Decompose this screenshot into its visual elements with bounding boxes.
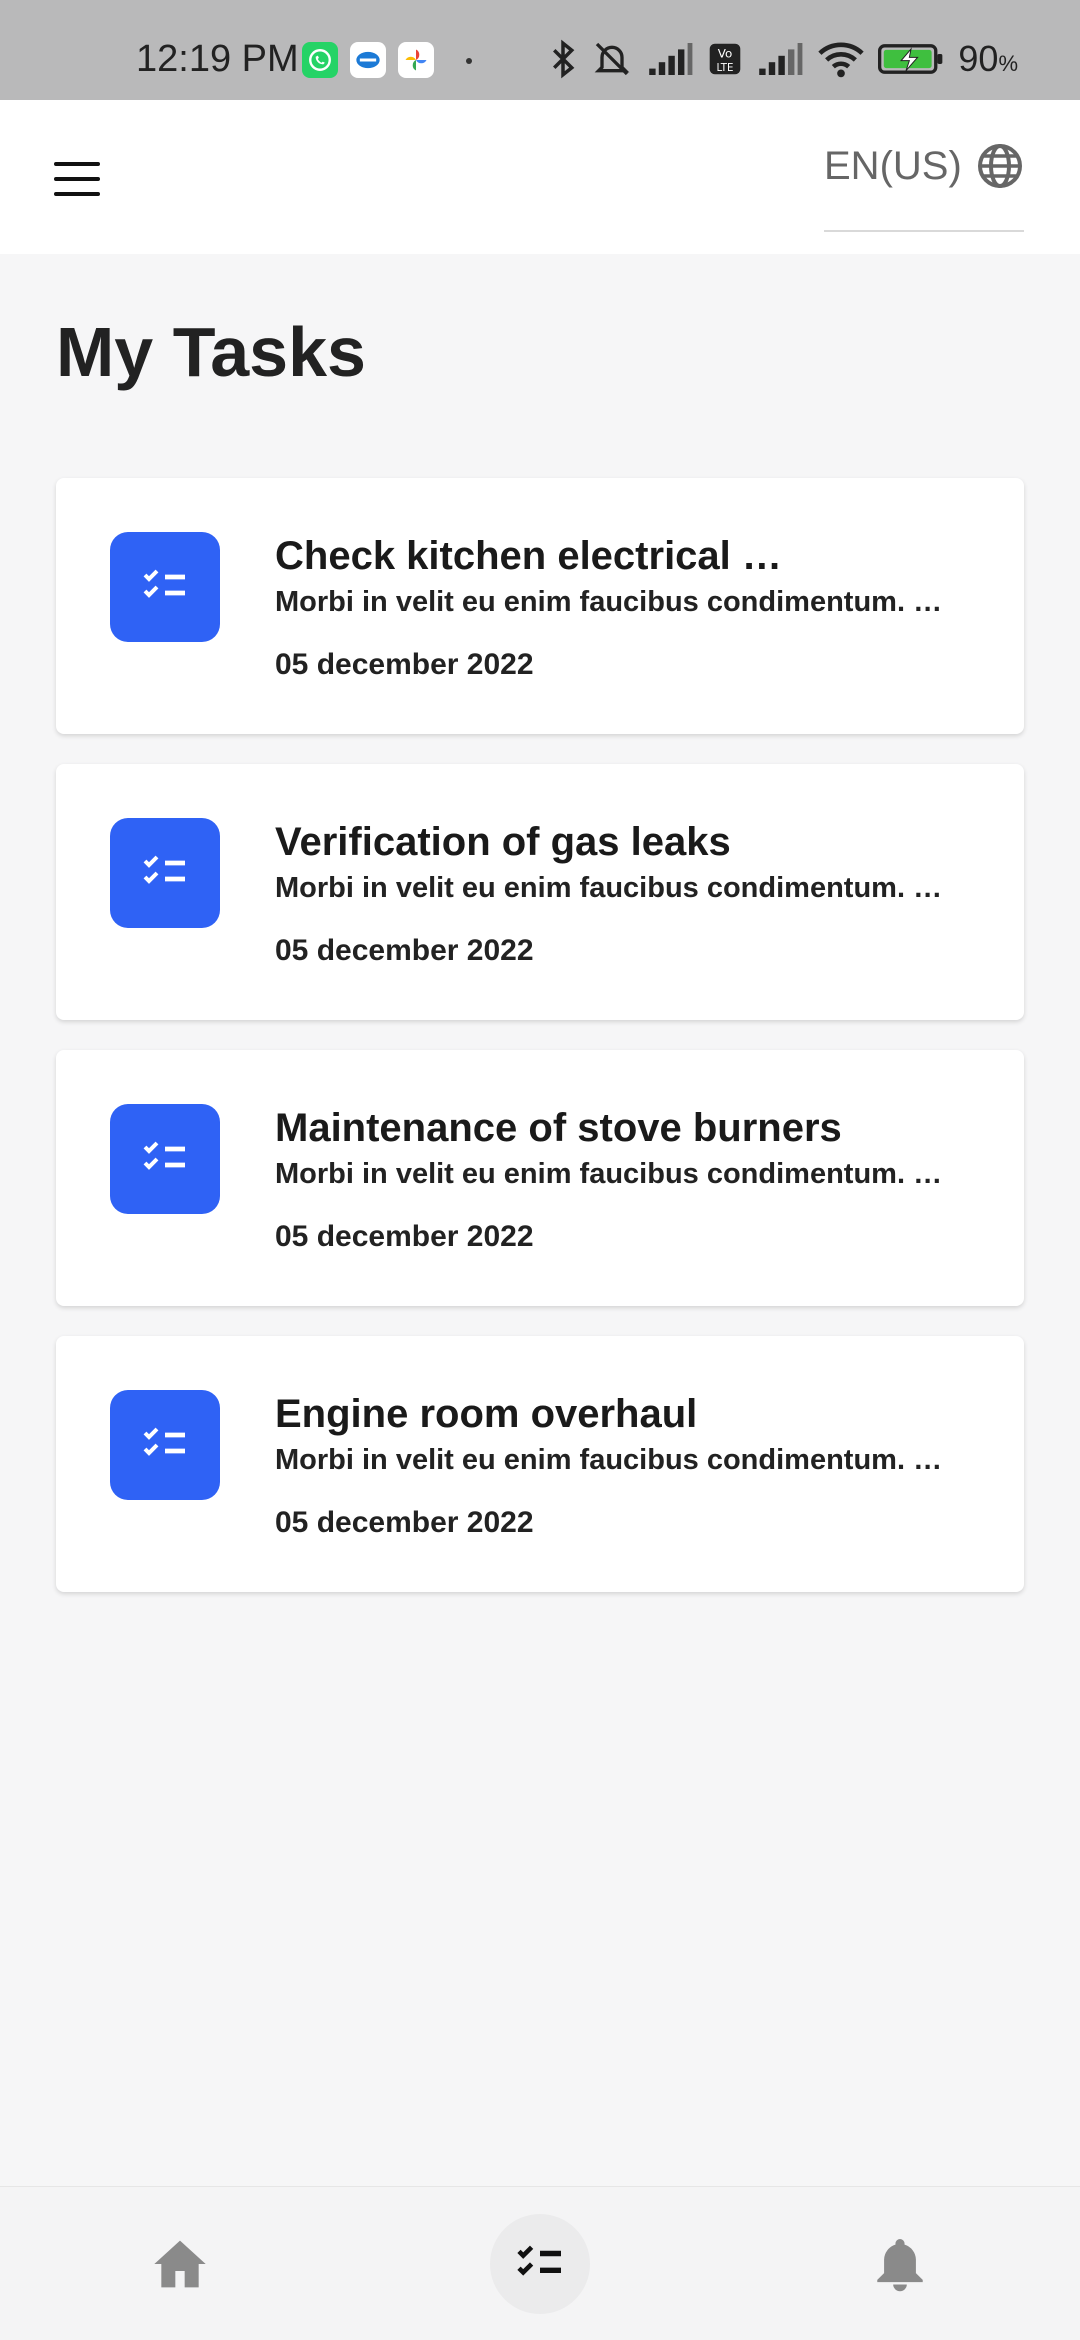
nav-home-button[interactable] bbox=[110, 2187, 250, 2340]
task-icon-tile bbox=[110, 1390, 220, 1500]
task-date: 05 december 2022 bbox=[275, 648, 534, 681]
checklist-icon bbox=[143, 1427, 185, 1456]
home-icon bbox=[154, 2240, 206, 2288]
language-label: EN(US) bbox=[824, 144, 962, 188]
task-icon-tile bbox=[110, 532, 220, 642]
task-icon-tile bbox=[110, 818, 220, 928]
task-icon-tile bbox=[110, 1104, 220, 1214]
nav-notifications-button[interactable] bbox=[830, 2187, 970, 2340]
svg-text:Vo: Vo bbox=[718, 46, 733, 60]
task-description: Morbi in velit eu enim faucibus condimen… bbox=[275, 586, 943, 618]
task-date: 05 december 2022 bbox=[275, 934, 534, 967]
wifi-icon bbox=[818, 42, 865, 78]
messaging-app-icon bbox=[350, 42, 386, 78]
system-status-icons: Vo LTE 90% bbox=[548, 38, 1018, 80]
app-bar: EN(US) bbox=[0, 100, 1080, 254]
task-description: Morbi in velit eu enim faucibus condimen… bbox=[275, 1158, 943, 1190]
photos-icon bbox=[398, 42, 434, 78]
page-title: My Tasks bbox=[56, 313, 366, 391]
checklist-icon bbox=[517, 2245, 561, 2276]
status-bar: 12:19 PM Vo LTE 90% bbox=[0, 0, 1080, 100]
checklist-icon bbox=[143, 1141, 185, 1170]
status-time: 12:19 PM bbox=[136, 38, 299, 80]
notification-icons bbox=[302, 42, 434, 78]
checklist-icon bbox=[143, 569, 185, 598]
task-title: Maintenance of stove burners bbox=[275, 1106, 842, 1150]
task-description: Morbi in velit eu enim faucibus condimen… bbox=[275, 1444, 943, 1476]
task-card[interactable]: Check kitchen electrical … Morbi in veli… bbox=[56, 478, 1024, 734]
task-card[interactable]: Engine room overhaul Morbi in velit eu e… bbox=[56, 1336, 1024, 1592]
svg-text:LTE: LTE bbox=[717, 63, 734, 74]
task-date: 05 december 2022 bbox=[275, 1220, 534, 1253]
task-date: 05 december 2022 bbox=[275, 1506, 534, 1539]
task-title: Verification of gas leaks bbox=[275, 820, 731, 864]
status-separator-dot bbox=[466, 58, 472, 64]
nav-active-indicator bbox=[490, 2214, 590, 2314]
bell-icon bbox=[877, 2239, 923, 2292]
task-card[interactable]: Verification of gas leaks Morbi in velit… bbox=[56, 764, 1024, 1020]
menu-button[interactable] bbox=[54, 162, 100, 198]
bluetooth-icon bbox=[553, 39, 575, 79]
muted-bell-icon bbox=[595, 42, 630, 76]
volte-icon: Vo LTE bbox=[710, 43, 741, 75]
globe-icon bbox=[978, 144, 1022, 188]
checklist-icon bbox=[143, 855, 185, 884]
nav-tasks-button[interactable] bbox=[470, 2187, 610, 2340]
task-title: Engine room overhaul bbox=[275, 1392, 698, 1436]
signal-icon-1 bbox=[649, 43, 693, 75]
menu-icon bbox=[54, 162, 100, 166]
task-title: Check kitchen electrical … bbox=[275, 534, 782, 578]
whatsapp-icon bbox=[302, 42, 338, 78]
task-description: Morbi in velit eu enim faucibus condimen… bbox=[275, 872, 943, 904]
language-selector[interactable]: EN(US) bbox=[824, 140, 1024, 232]
battery-percent: 90% bbox=[958, 38, 1018, 79]
signal-icon-2 bbox=[759, 43, 803, 75]
task-card[interactable]: Maintenance of stove burners Morbi in ve… bbox=[56, 1050, 1024, 1306]
bottom-navigation bbox=[0, 2186, 1080, 2340]
battery-charging-icon bbox=[878, 44, 943, 74]
